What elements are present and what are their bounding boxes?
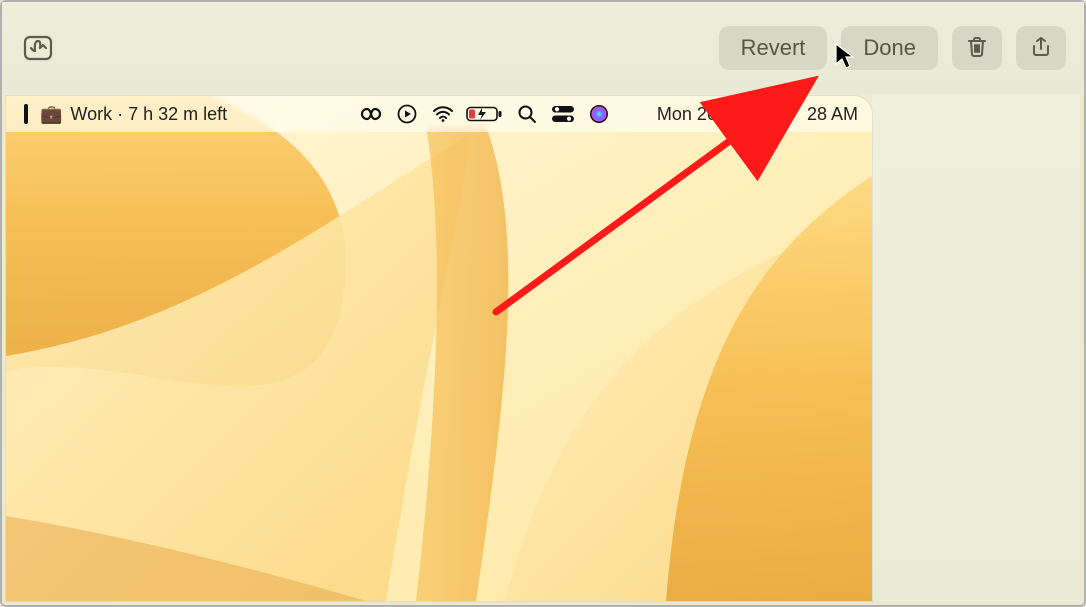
delete-button[interactable]: [952, 26, 1002, 70]
menubar-date: Mon 26 Sept: [657, 104, 759, 124]
done-button[interactable]: Done: [841, 26, 938, 70]
macos-menubar: 💼 Work · 7 h 32 m left: [6, 96, 872, 132]
focus-name: Work: [70, 104, 112, 124]
menubar-time-partial: 28 AM: [807, 104, 858, 124]
markup-toolbar: Revert Done: [2, 2, 1084, 94]
desktop-wallpaper: [6, 96, 872, 601]
share-button[interactable]: [1016, 26, 1066, 70]
menubar-datetime[interactable]: Mon 26 Sept 128 AM: [627, 96, 858, 146]
control-center-icon[interactable]: [549, 106, 577, 122]
search-icon[interactable]: [513, 104, 541, 124]
menubar-indicator: [24, 104, 28, 124]
preview-gutter: [872, 94, 1080, 601]
revert-button[interactable]: Revert: [719, 26, 828, 70]
wifi-icon[interactable]: [429, 105, 457, 123]
play-icon[interactable]: [393, 104, 421, 124]
focus-time-remaining: 7 h 32 m left: [128, 104, 227, 124]
screenshot-content: 💼 Work · 7 h 32 m left: [6, 96, 872, 601]
trash-icon: [965, 35, 989, 62]
siri-icon[interactable]: [585, 104, 613, 124]
briefcase-icon[interactable]: 💼: [40, 104, 62, 125]
infinity-icon[interactable]: [357, 105, 385, 123]
battery-low-charging-icon[interactable]: [465, 105, 505, 123]
markup-icon[interactable]: [20, 30, 56, 66]
focus-status[interactable]: Work · 7 h 32 m left: [70, 104, 227, 125]
share-icon: [1029, 35, 1053, 62]
